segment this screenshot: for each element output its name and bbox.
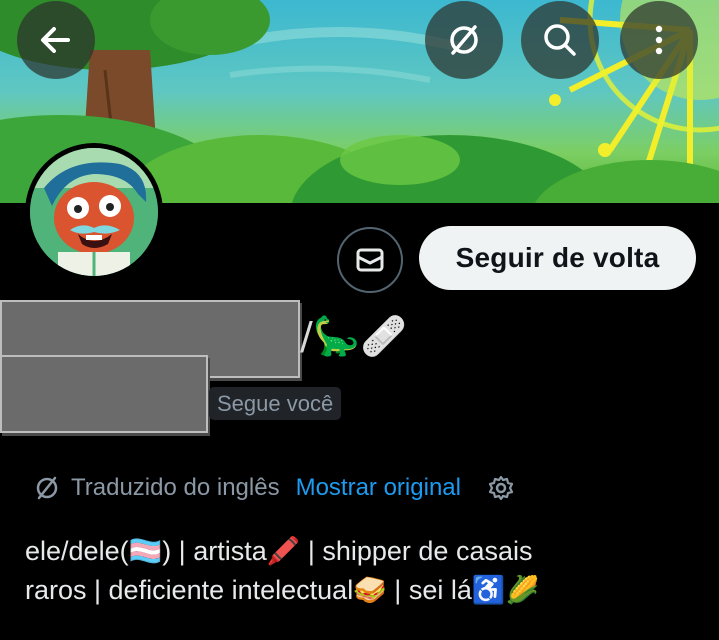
translate-slash-icon <box>450 25 478 55</box>
mail-icon <box>356 248 384 272</box>
search-icon <box>544 24 576 56</box>
redacted-username <box>0 355 208 433</box>
display-name-emoji: /🦕🩹 <box>300 314 408 358</box>
bio-line: ele/dele(🏳️‍⚧️) | artista🖍️ | shipper de… <box>25 536 533 566</box>
avatar[interactable] <box>25 143 163 281</box>
avatar-image <box>30 148 158 276</box>
search-button[interactable] <box>521 1 599 79</box>
more-vertical-icon <box>655 25 663 55</box>
message-button[interactable] <box>337 227 403 293</box>
follow-back-button[interactable]: Seguir de volta <box>419 226 696 290</box>
arrow-left-icon <box>41 27 70 53</box>
translate-toggle-button[interactable] <box>425 1 503 79</box>
bio-line: raros | deficiente intelectual🥪 | sei lá… <box>25 575 540 605</box>
follows-you-badge: Segue você <box>209 387 342 420</box>
translated-from-label: Traduzido do inglês <box>71 474 280 501</box>
show-original-link[interactable]: Mostrar original <box>296 474 461 502</box>
more-options-button[interactable] <box>620 1 698 79</box>
back-button[interactable] <box>17 1 95 79</box>
gear-icon[interactable] <box>487 474 515 502</box>
profile-bio: ele/dele(🏳️‍⚧️) | artista🖍️ | shipper de… <box>25 532 705 610</box>
follow-back-label: Seguir de volta <box>455 242 660 273</box>
translate-slash-icon <box>33 473 63 503</box>
translation-bar: Traduzido do inglês Mostrar original <box>33 472 515 504</box>
